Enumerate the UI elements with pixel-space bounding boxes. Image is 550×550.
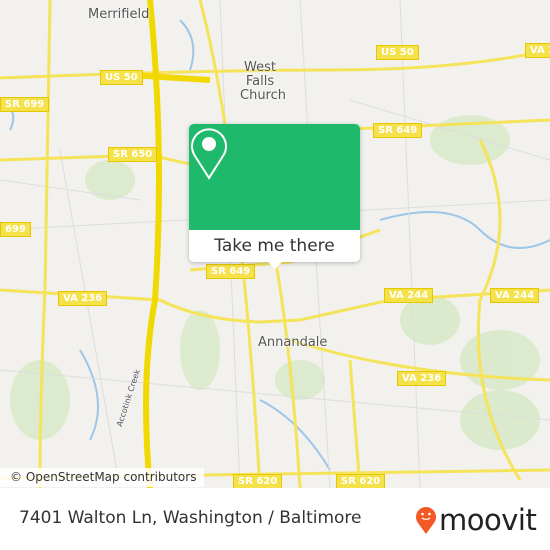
road-shield: SR 620 (336, 474, 386, 488)
road-shield: SR 650 (108, 147, 158, 162)
road-shield: SR 649 (206, 264, 256, 279)
moovit-pin-icon (416, 507, 436, 534)
moovit-logo-text: moovit (439, 502, 537, 537)
place-label-west-falls-church: West Falls Church (240, 60, 287, 103)
moovit-logo[interactable]: moovit (415, 502, 537, 537)
road-shield: VA 236 (58, 291, 108, 306)
road-shield: VA 236 (397, 371, 447, 386)
place-label-annandale: Annandale (258, 335, 328, 350)
location-popup: Take me there (189, 124, 360, 269)
road-shield: US 50 (100, 70, 143, 85)
map-pin-icon (191, 128, 227, 180)
place-label-merrifield: Merrifield (88, 7, 150, 22)
road-shield: 699 (0, 222, 31, 237)
road-shield: SR 649 (373, 123, 423, 138)
map-attribution[interactable]: © OpenStreetMap contributors (0, 468, 205, 487)
road-shield: US 50 (376, 45, 419, 60)
road-shield: SR 620 (233, 474, 283, 488)
road-shield: VA 244 (490, 288, 540, 303)
take-me-there-button[interactable]: Take me there (189, 230, 360, 262)
road-shield: VA 2 (525, 43, 550, 58)
road-shield: VA 244 (384, 288, 434, 303)
popup-pointer (267, 261, 283, 269)
address-text: 7401 Walton Ln, Washington / Baltimore (19, 508, 362, 528)
map[interactable]: Merrifield West Falls Church Annandale A… (0, 0, 550, 488)
popup-header (189, 124, 360, 230)
road-shield: SR 699 (0, 97, 50, 112)
